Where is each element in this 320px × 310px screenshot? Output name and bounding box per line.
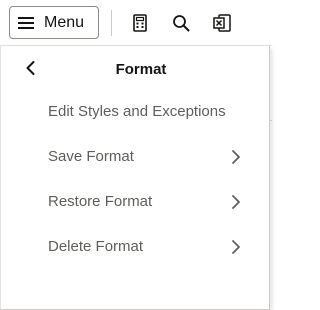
- chevron-left-icon: [26, 61, 35, 75]
- menu-item-delete-format[interactable]: Delete Format: [1, 227, 271, 267]
- menu-item-save-format[interactable]: Save Format: [1, 137, 271, 177]
- menu-item-label: Delete Format: [48, 238, 144, 255]
- excel-export-icon[interactable]: [211, 12, 233, 34]
- menu-item-edit-styles[interactable]: Edit Styles and Exceptions: [1, 92, 271, 132]
- search-icon[interactable]: [170, 12, 192, 34]
- toolbar: Menu: [0, 0, 272, 46]
- menu-item-label: Restore Format: [48, 193, 153, 210]
- chevron-right-icon: [232, 150, 240, 164]
- chevron-right-icon: [232, 240, 240, 254]
- format-panel: Format Edit Styles and Exceptions Save F…: [0, 46, 270, 310]
- panel-title: Format: [115, 61, 167, 78]
- hamburger-icon: [18, 16, 36, 30]
- background-gridline: [270, 120, 272, 121]
- toolbar-divider: [111, 10, 112, 36]
- calculator-icon[interactable]: [129, 12, 151, 34]
- menu-item-label: Save Format: [48, 148, 134, 165]
- chevron-right-icon: [232, 195, 240, 209]
- menu-button-label: Menu: [44, 13, 85, 31]
- menu-item-restore-format[interactable]: Restore Format: [1, 182, 271, 222]
- menu-item-label: Edit Styles and Exceptions: [48, 103, 226, 120]
- panel-header: Format: [1, 46, 271, 92]
- menu-button[interactable]: Menu: [9, 6, 99, 39]
- back-button[interactable]: [21, 58, 41, 78]
